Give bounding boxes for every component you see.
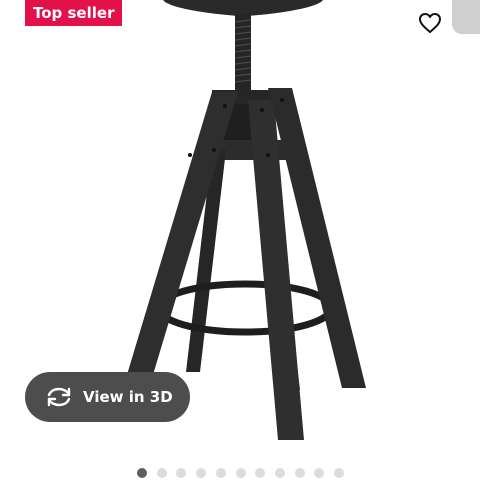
view-in-3d-label: View in 3D (83, 388, 173, 406)
side-panel-tab[interactable] (452, 0, 480, 34)
carousel-dot-active[interactable] (137, 468, 147, 478)
carousel-dot[interactable] (255, 468, 266, 478)
carousel-dot[interactable] (334, 468, 344, 478)
carousel-dot[interactable] (274, 468, 285, 478)
favorite-button[interactable] (416, 9, 444, 37)
top-seller-badge: Top seller (25, 0, 123, 26)
carousel-dot[interactable] (156, 468, 167, 478)
heart-outline-icon (419, 13, 441, 33)
carousel-pagination (0, 467, 480, 479)
carousel-dot[interactable] (196, 468, 207, 478)
carousel-dot[interactable] (314, 468, 325, 478)
carousel-dot[interactable] (235, 468, 246, 478)
carousel-dot[interactable] (176, 468, 187, 478)
rotate-3d-icon (45, 385, 73, 409)
product-gallery: Top seller View in 3D (0, 0, 480, 480)
carousel-dot[interactable] (294, 468, 305, 478)
view-in-3d-button[interactable]: View in 3D (25, 372, 190, 422)
carousel-dot[interactable] (215, 468, 226, 478)
